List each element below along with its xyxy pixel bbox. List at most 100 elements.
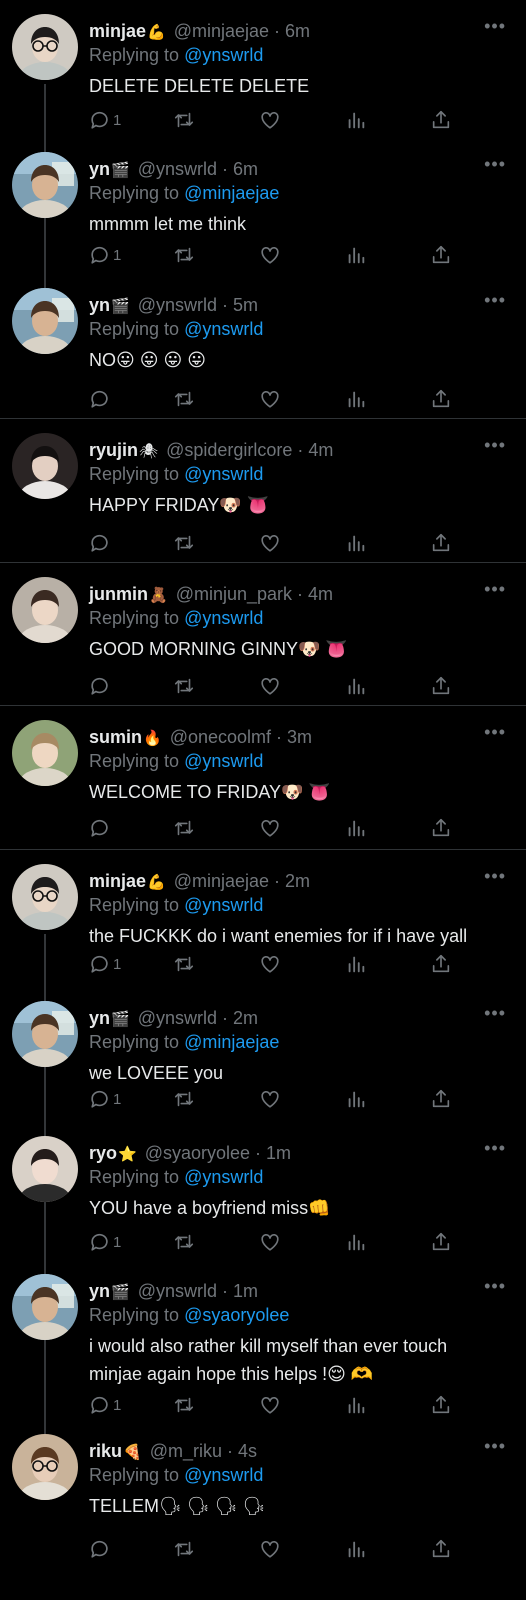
reply-button[interactable] [89,674,113,698]
timestamp[interactable]: 3m [287,727,312,747]
user-handle[interactable]: @minjaejae [174,871,269,891]
user-handle[interactable]: @ynswrld [138,159,217,179]
timestamp[interactable]: 4m [308,584,333,604]
avatar[interactable] [12,577,78,643]
timestamp[interactable]: 4s [238,1441,257,1461]
avatar[interactable] [12,288,78,354]
more-options-icon[interactable]: ••• [484,16,506,37]
share-button[interactable] [430,674,452,698]
tweet[interactable]: riku🍕 @m_riku · 4s ••• Replying to @ynswrld… [0,1420,526,1600]
user-handle[interactable]: @m_riku [150,1441,222,1461]
timestamp[interactable]: 6m [285,21,310,41]
reply-button[interactable]: 1 [89,952,121,976]
avatar[interactable] [12,864,78,930]
retweet-button[interactable] [173,387,195,411]
display-name[interactable]: riku [89,1441,122,1461]
timestamp[interactable]: 4m [308,440,333,460]
replying-to-handle[interactable]: @ynswrld [184,319,263,339]
retweet-button[interactable] [173,674,195,698]
share-button[interactable] [430,108,452,132]
retweet-button[interactable] [173,1537,195,1561]
share-button[interactable] [430,531,452,555]
user-handle[interactable]: @minjun_park [176,584,292,604]
like-button[interactable] [259,387,281,411]
share-button[interactable] [430,1087,452,1111]
display-name[interactable]: ryo [89,1143,117,1163]
like-button[interactable] [259,674,281,698]
user-handle[interactable]: @ynswrld [138,1281,217,1301]
user-handle[interactable]: @ynswrld [138,1008,217,1028]
replying-to-handle[interactable]: @ynswrld [184,1167,263,1187]
views-button[interactable] [345,1230,367,1254]
user-handle[interactable]: @onecoolmf [170,727,271,747]
share-button[interactable] [430,1537,452,1561]
more-options-icon[interactable]: ••• [484,579,506,600]
tweet[interactable]: ryujin🕷 @spidergirlcore · 4m ••• Replying t… [0,418,526,563]
views-button[interactable] [345,243,367,267]
tweet[interactable]: junmin🧸 @minjun_park · 4m ••• Replying to @… [0,562,526,706]
views-button[interactable] [345,674,367,698]
tweet[interactable]: yn🎬 @ynswrld · 5m ••• Replying to @ynswrld … [0,274,526,418]
avatar[interactable] [12,1001,78,1067]
replying-to-handle[interactable]: @ynswrld [184,464,263,484]
more-options-icon[interactable]: ••• [484,866,506,887]
more-options-icon[interactable]: ••• [484,154,506,175]
views-button[interactable] [345,952,367,976]
avatar[interactable] [12,1434,78,1500]
display-name[interactable]: ryujin [89,440,138,460]
user-handle[interactable]: @ynswrld [138,295,217,315]
retweet-button[interactable] [173,1230,195,1254]
timestamp[interactable]: 6m [233,159,258,179]
like-button[interactable] [259,1087,281,1111]
retweet-button[interactable] [173,243,195,267]
reply-button[interactable] [89,1537,113,1561]
views-button[interactable] [345,108,367,132]
display-name[interactable]: yn [89,1008,110,1028]
retweet-button[interactable] [173,816,195,840]
more-options-icon[interactable]: ••• [484,1436,506,1457]
avatar[interactable] [12,1274,78,1340]
replying-to-handle[interactable]: @ynswrld [184,608,263,628]
more-options-icon[interactable]: ••• [484,1138,506,1159]
like-button[interactable] [259,531,281,555]
display-name[interactable]: yn [89,295,110,315]
tweet[interactable]: ryo⭐ @syaoryolee · 1m ••• Replying to @ynsw… [0,1122,526,1260]
tweet[interactable]: sumin🔥 @onecoolmf · 3m ••• Replying to @yns… [0,705,526,850]
like-button[interactable] [259,243,281,267]
share-button[interactable] [430,243,452,267]
retweet-button[interactable] [173,1087,195,1111]
views-button[interactable] [345,1087,367,1111]
more-options-icon[interactable]: ••• [484,290,506,311]
views-button[interactable] [345,1393,367,1417]
retweet-button[interactable] [173,1393,195,1417]
replying-to-handle[interactable]: @minjaejae [184,183,279,203]
display-name[interactable]: minjae [89,21,146,41]
timestamp[interactable]: 1m [266,1143,291,1163]
timestamp[interactable]: 2m [233,1008,258,1028]
display-name[interactable]: yn [89,159,110,179]
like-button[interactable] [259,1537,281,1561]
avatar[interactable] [12,720,78,786]
like-button[interactable] [259,952,281,976]
share-button[interactable] [430,1230,452,1254]
replying-to-handle[interactable]: @ynswrld [184,45,263,65]
like-button[interactable] [259,816,281,840]
tweet[interactable]: minjae💪 @minjaejae · 2m ••• Replying to @yn… [0,849,526,988]
tweet[interactable]: minjae💪 @minjaejae · 6m ••• Replying to @yn… [0,0,526,138]
user-handle[interactable]: @minjaejae [174,21,269,41]
replying-to-handle[interactable]: @ynswrld [184,895,263,915]
tweet[interactable]: yn🎬 @ynswrld · 2m ••• Replying to @minjaeja… [0,987,526,1122]
display-name[interactable]: sumin [89,727,142,747]
reply-button[interactable] [89,816,113,840]
reply-button[interactable] [89,387,113,411]
timestamp[interactable]: 5m [233,295,258,315]
user-handle[interactable]: @spidergirlcore [166,440,292,460]
replying-to-handle[interactable]: @ynswrld [184,1465,263,1485]
retweet-button[interactable] [173,531,195,555]
share-button[interactable] [430,387,452,411]
timestamp[interactable]: 2m [285,871,310,891]
reply-button[interactable]: 1 [89,1393,121,1417]
tweet[interactable]: yn🎬 @ynswrld · 6m ••• Replying to @minjaeja… [0,138,526,274]
like-button[interactable] [259,1393,281,1417]
more-options-icon[interactable]: ••• [484,1276,506,1297]
